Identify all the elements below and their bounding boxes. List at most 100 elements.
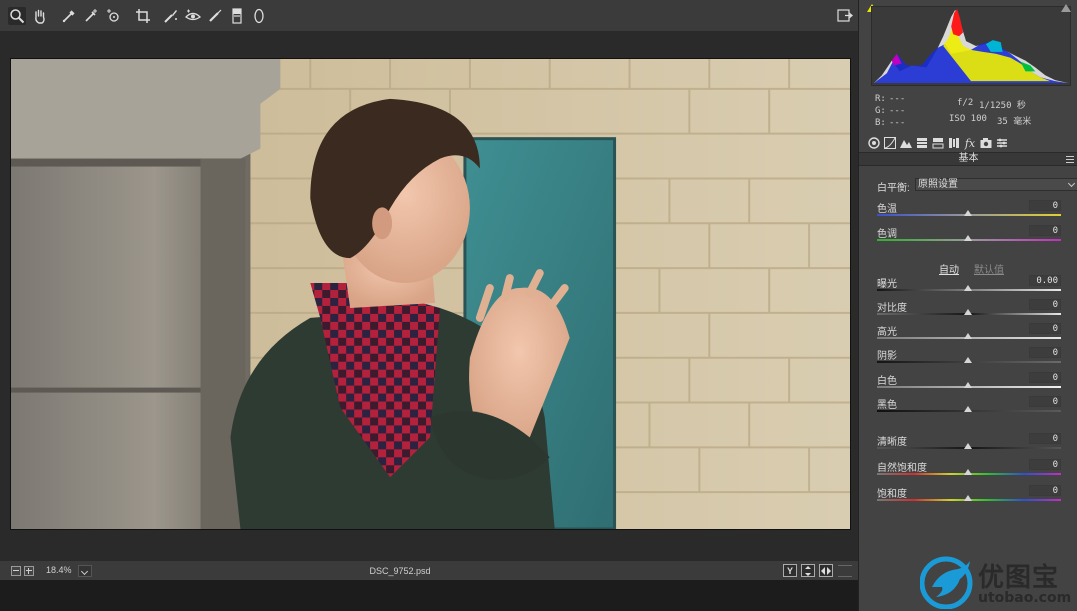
aperture: f/2 bbox=[957, 98, 974, 108]
section-title: 基本 bbox=[958, 153, 979, 164]
slider-value[interactable]: 0 bbox=[1029, 347, 1061, 358]
slider-value[interactable]: 0 bbox=[1029, 485, 1061, 496]
red-eye-icon[interactable] bbox=[184, 7, 202, 25]
histogram bbox=[871, 6, 1071, 86]
slider-label: 自然饱和度 bbox=[877, 463, 927, 474]
slider-value[interactable]: 0 bbox=[1029, 323, 1061, 334]
slider-value[interactable]: 0 bbox=[1029, 299, 1061, 310]
whites-slider[interactable]: 白色 0 bbox=[877, 372, 1061, 394]
slider-label: 黑色 bbox=[877, 400, 897, 411]
radial-filter-icon[interactable] bbox=[250, 7, 268, 25]
white-balance-icon[interactable] bbox=[60, 7, 78, 25]
highlight-clipping-warning-icon[interactable] bbox=[1061, 4, 1071, 12]
tone-curve-tab-icon[interactable] bbox=[883, 136, 897, 150]
slider-value[interactable]: 0 bbox=[1029, 200, 1061, 211]
fx-effects-tab-icon[interactable]: fx bbox=[963, 136, 977, 150]
b-value: --- bbox=[889, 118, 906, 128]
hand-icon[interactable] bbox=[31, 7, 49, 25]
vibrance-slider[interactable]: 自然饱和度 0 bbox=[877, 459, 1061, 481]
panel-tabs: fx bbox=[865, 134, 1073, 152]
slider-thumb[interactable] bbox=[964, 382, 972, 388]
slider-thumb[interactable] bbox=[964, 469, 972, 475]
section-header: 基本 bbox=[859, 152, 1077, 166]
spot-removal-icon[interactable] bbox=[162, 7, 180, 25]
watermark-url: utobao.com bbox=[978, 590, 1072, 606]
panel-menu-icon[interactable] bbox=[1066, 156, 1074, 163]
highlights-slider[interactable]: 高光 0 bbox=[877, 323, 1061, 345]
bottom-strip bbox=[0, 580, 858, 611]
zoom-icon[interactable] bbox=[8, 7, 26, 25]
crop-icon[interactable] bbox=[134, 7, 152, 25]
white-balance-row: 白平衡: 原照设置 bbox=[877, 178, 1077, 194]
slider-value[interactable]: 0 bbox=[1029, 433, 1061, 444]
slider-value[interactable]: 0 bbox=[1029, 459, 1061, 470]
clarity-slider[interactable]: 清晰度 0 bbox=[877, 433, 1061, 455]
focal-length: 35 毫米 bbox=[997, 117, 1032, 127]
slider-value[interactable]: 0 bbox=[1029, 372, 1061, 383]
graduated-filter-icon[interactable] bbox=[228, 7, 246, 25]
white-balance-select[interactable]: 原照设置 bbox=[915, 178, 1077, 191]
slider-thumb[interactable] bbox=[964, 495, 972, 501]
r-value: --- bbox=[889, 94, 906, 104]
slider-label: 阴影 bbox=[877, 351, 897, 362]
adjustments-panel: R: --- G: --- B: --- f/2 1/1250 秒 ISO 10… bbox=[858, 0, 1077, 611]
target-adjust-icon[interactable] bbox=[104, 7, 122, 25]
slider-label: 清晰度 bbox=[877, 437, 907, 448]
temperature-slider[interactable]: 色温 0 bbox=[877, 200, 1061, 222]
tint-slider[interactable]: 色调 0 bbox=[877, 225, 1061, 247]
bird-logo-icon bbox=[920, 556, 973, 609]
shadows-slider[interactable]: 阴影 0 bbox=[877, 347, 1061, 369]
status-bar: 18.4% DSC_9752.psd Y bbox=[0, 560, 858, 580]
slider-thumb[interactable] bbox=[964, 309, 972, 315]
slider-label: 色温 bbox=[877, 204, 897, 215]
white-balance-label: 白平衡: bbox=[877, 183, 910, 194]
color-sampler-icon[interactable] bbox=[82, 7, 100, 25]
copy-settings-icon[interactable] bbox=[819, 564, 833, 577]
adjustment-brush-icon[interactable] bbox=[206, 7, 224, 25]
g-value: --- bbox=[889, 106, 906, 116]
slider-thumb[interactable] bbox=[964, 357, 972, 363]
basic-tab-icon[interactable] bbox=[867, 136, 881, 150]
slider-thumb[interactable] bbox=[964, 285, 972, 291]
b-label: B: bbox=[875, 118, 886, 128]
slider-value[interactable]: 0 bbox=[1029, 225, 1061, 236]
saturation-slider[interactable]: 饱和度 0 bbox=[877, 485, 1061, 507]
slider-value[interactable]: 0 bbox=[1029, 396, 1061, 407]
file-name: DSC_9752.psd bbox=[369, 566, 431, 576]
iso: ISO 100 bbox=[949, 114, 987, 124]
slider-label: 曝光 bbox=[877, 279, 897, 290]
slider-label: 对比度 bbox=[877, 303, 907, 314]
slider-label: 白色 bbox=[877, 376, 897, 387]
slider-thumb[interactable] bbox=[964, 333, 972, 339]
presets-tab-icon[interactable] bbox=[995, 136, 1009, 150]
auto-link[interactable]: 自动 bbox=[939, 261, 959, 276]
slider-thumb[interactable] bbox=[964, 235, 972, 241]
open-preferences-icon[interactable] bbox=[836, 7, 854, 25]
slider-label: 高光 bbox=[877, 327, 897, 338]
split-toning-tab-icon[interactable] bbox=[931, 136, 945, 150]
contrast-slider[interactable]: 对比度 0 bbox=[877, 299, 1061, 321]
g-label: G: bbox=[875, 106, 886, 116]
default-link[interactable]: 默认值 bbox=[974, 261, 1004, 276]
before-after-view-button[interactable]: Y bbox=[783, 564, 797, 577]
slider-thumb[interactable] bbox=[964, 406, 972, 412]
blacks-slider[interactable]: 黑色 0 bbox=[877, 396, 1061, 418]
lens-corrections-tab-icon[interactable] bbox=[947, 136, 961, 150]
toolbar bbox=[0, 0, 858, 32]
settings-menu-icon[interactable] bbox=[838, 565, 852, 577]
photo-preview[interactable] bbox=[10, 58, 851, 530]
r-label: R: bbox=[875, 94, 886, 104]
slider-label: 色调 bbox=[877, 229, 897, 240]
slider-label: 饱和度 bbox=[877, 489, 907, 500]
shutter-speed: 1/1250 秒 bbox=[979, 101, 1026, 111]
watermark-brand: 优图宝 bbox=[978, 563, 1060, 593]
swap-settings-icon[interactable] bbox=[801, 564, 815, 577]
watermark: 优图宝 utobao.com bbox=[920, 553, 1077, 611]
slider-value[interactable]: 0.00 bbox=[1029, 275, 1061, 286]
slider-thumb[interactable] bbox=[964, 210, 972, 216]
detail-tab-icon[interactable] bbox=[899, 136, 913, 150]
camera-calibration-tab-icon[interactable] bbox=[979, 136, 993, 150]
hsl-tab-icon[interactable] bbox=[915, 136, 929, 150]
exposure-slider[interactable]: 曝光 0.00 bbox=[877, 275, 1061, 297]
slider-thumb[interactable] bbox=[964, 443, 972, 449]
